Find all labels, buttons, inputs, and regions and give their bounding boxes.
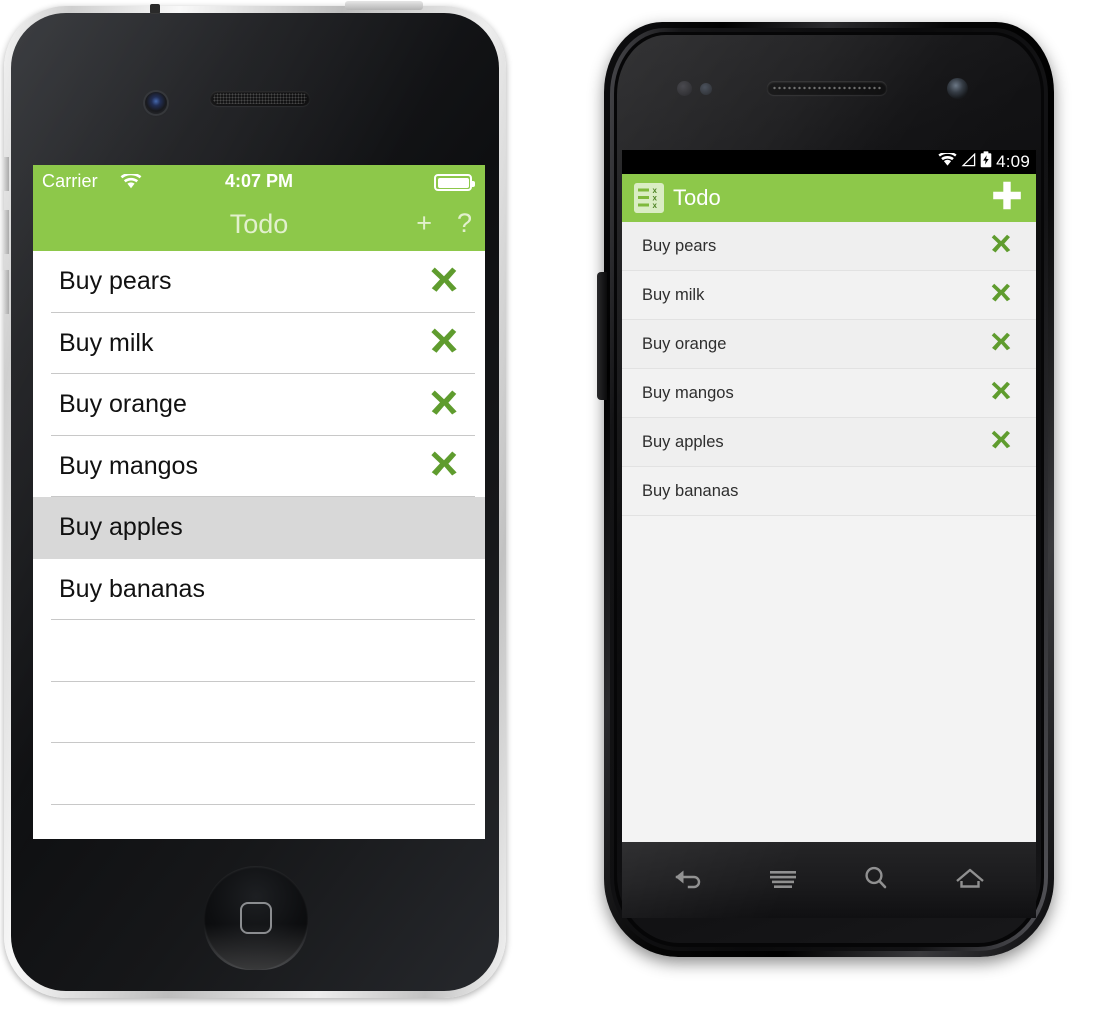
- android-todo-label: Buy milk: [642, 285, 705, 304]
- ios-todo-label: Buy pears: [59, 267, 172, 296]
- ios-nav-bar: Todo + ?: [33, 199, 485, 251]
- ios-todo-row[interactable]: [33, 681, 485, 743]
- x-delete-icon[interactable]: [429, 264, 459, 299]
- android-device: 4:09 x x x Todo Buy pears Buy milk Buy o…: [560, 10, 1096, 1010]
- ios-status-bar: Carrier 4:07 PM: [33, 165, 485, 199]
- android-todo-row[interactable]: Buy mangos: [622, 369, 1036, 418]
- ios-todo-label: Buy mangos: [59, 451, 198, 480]
- x-delete-icon[interactable]: [990, 429, 1012, 456]
- app-title: Todo: [673, 185, 721, 210]
- help-button[interactable]: ?: [457, 208, 472, 239]
- light-sensor: [700, 83, 712, 95]
- x-delete-icon[interactable]: [990, 331, 1012, 358]
- home-square-icon: [240, 902, 272, 934]
- x-delete-icon[interactable]: [429, 387, 459, 422]
- ios-todo-row[interactable]: Buy milk: [33, 312, 485, 374]
- android-todo-label: Buy mangos: [642, 383, 734, 402]
- back-button[interactable]: [671, 865, 705, 896]
- iphone-power-button[interactable]: [345, 1, 423, 10]
- ios-todo-row[interactable]: Buy orange: [33, 374, 485, 436]
- iphone-volume-up-button[interactable]: [1, 210, 9, 254]
- android-todo-row[interactable]: Buy bananas: [622, 467, 1036, 516]
- android-todo-row[interactable]: Buy orange: [622, 320, 1036, 369]
- android-todo-label: Buy orange: [642, 334, 727, 353]
- signal-icon: [961, 152, 976, 172]
- android-todo-list: Buy pears Buy milk Buy orange Buy mangos Buy…: [622, 222, 1036, 516]
- iphone-front-camera: [145, 92, 167, 114]
- ios-screen: Carrier 4:07 PM Todo + ? Buy pears Buy mi…: [33, 165, 485, 839]
- iphone-device: Carrier 4:07 PM Todo + ? Buy pears Buy mi…: [0, 1, 518, 1002]
- android-list-empty-area: [622, 516, 1036, 842]
- add-todo-button[interactable]: [990, 179, 1024, 218]
- android-clock: 4:09: [996, 152, 1030, 171]
- x-delete-icon[interactable]: [429, 449, 459, 484]
- x-delete-icon[interactable]: [429, 326, 459, 361]
- ios-todo-row[interactable]: Buy bananas: [33, 558, 485, 620]
- ios-todo-row[interactable]: Buy apples: [33, 497, 485, 559]
- android-todo-row[interactable]: Buy apples: [622, 418, 1036, 467]
- iphone-volume-down-button[interactable]: [1, 270, 9, 314]
- iphone-earpiece-speaker: [210, 91, 310, 106]
- android-action-bar: x x x Todo: [622, 174, 1036, 222]
- android-screen: 4:09 x x x Todo Buy pears Buy milk Buy o…: [622, 150, 1036, 842]
- battery-full-icon: [434, 174, 475, 191]
- android-todo-row[interactable]: Buy pears: [622, 222, 1036, 271]
- android-earpiece-speaker: [767, 81, 887, 95]
- ios-clock: 4:07 PM: [224, 171, 294, 191]
- android-volume-button[interactable]: [597, 272, 607, 400]
- svg-text:x: x: [653, 201, 658, 210]
- x-delete-icon[interactable]: [990, 282, 1012, 309]
- ios-todo-row[interactable]: [33, 804, 485, 839]
- x-delete-icon[interactable]: [990, 380, 1012, 407]
- android-navigation-bar: [622, 842, 1036, 918]
- wifi-icon: [938, 151, 957, 172]
- iphone-mute-switch[interactable]: [1, 157, 9, 191]
- android-status-bar: 4:09: [622, 150, 1036, 174]
- add-todo-button[interactable]: +: [416, 208, 432, 239]
- android-todo-label: Buy pears: [642, 236, 717, 255]
- iphone-headphone-slot: [150, 4, 160, 14]
- android-front-camera: [947, 78, 968, 99]
- ios-todo-label: Buy milk: [59, 328, 154, 357]
- proximity-sensor: [677, 81, 692, 96]
- ios-todo-row[interactable]: Buy pears: [33, 251, 485, 313]
- android-todo-label: Buy bananas: [642, 481, 739, 500]
- android-todo-label: Buy apples: [642, 432, 724, 451]
- battery-charging-icon: [980, 151, 992, 173]
- todo-app-icon: x x x: [634, 183, 664, 213]
- ios-todo-label: Buy apples: [59, 513, 183, 542]
- x-delete-icon[interactable]: [990, 233, 1012, 260]
- home-button[interactable]: [204, 866, 308, 970]
- android-todo-row[interactable]: Buy milk: [622, 271, 1036, 320]
- ios-todo-list: Buy pears Buy milk Buy orange Buy mangos Buy…: [33, 251, 485, 839]
- ios-todo-label: Buy orange: [59, 390, 187, 419]
- home-button[interactable]: [953, 865, 987, 896]
- ios-todo-row[interactable]: [33, 620, 485, 682]
- ios-todo-row[interactable]: Buy mangos: [33, 435, 485, 497]
- ios-todo-row[interactable]: [33, 743, 485, 805]
- menu-button[interactable]: [767, 865, 799, 896]
- ios-todo-label: Buy bananas: [59, 574, 205, 603]
- search-button[interactable]: [861, 864, 891, 897]
